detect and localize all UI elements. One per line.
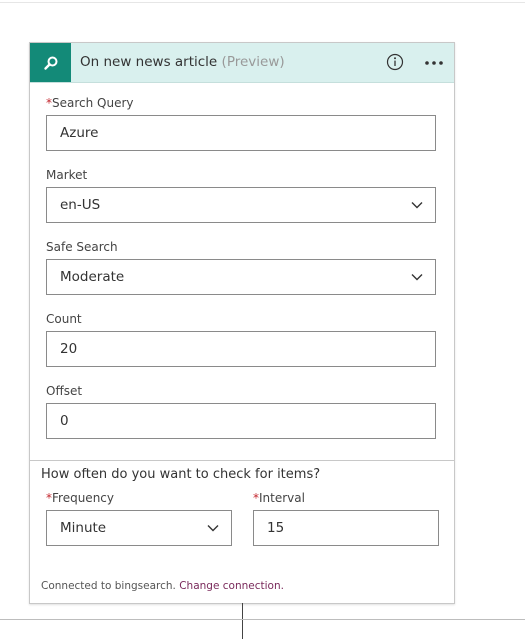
card-title: On new news article (Preview)	[80, 54, 285, 70]
card-title-text: On new news article	[80, 54, 218, 70]
search-icon	[43, 56, 57, 70]
chevron-down-icon	[411, 202, 423, 209]
interval-label: *Interval	[253, 491, 305, 505]
frequency-value: Minute	[60, 520, 107, 536]
frequency-label-text: Frequency	[52, 491, 114, 505]
search-query-label-text: Search Query	[52, 96, 134, 110]
count-input[interactable]: 20	[46, 331, 436, 367]
safe-search-label: Safe Search	[46, 240, 118, 254]
interval-value: 15	[267, 520, 285, 536]
search-query-label: *Search Query	[46, 96, 134, 110]
more-options-icon	[425, 61, 443, 65]
interval-label-text: Interval	[259, 491, 305, 505]
bottom-divider	[0, 619, 525, 620]
info-icon	[386, 53, 404, 71]
connector-icon-tile	[30, 43, 71, 82]
market-label: Market	[46, 168, 88, 182]
chevron-down-icon	[207, 525, 219, 532]
safe-search-select[interactable]: Moderate	[46, 259, 436, 295]
interval-input[interactable]: 15	[253, 510, 439, 546]
top-divider	[0, 2, 525, 3]
frequency-select[interactable]: Minute	[46, 510, 232, 546]
trigger-card: On new news article (Preview) *Search Qu…	[29, 42, 455, 604]
offset-value: 0	[60, 413, 69, 429]
search-query-input[interactable]: Azure	[46, 115, 436, 151]
offset-label: Offset	[46, 384, 83, 398]
change-connection-link[interactable]: Change connection.	[179, 580, 284, 592]
safe-search-value: Moderate	[60, 269, 125, 285]
market-value: en-US	[60, 197, 101, 213]
flow-connector-line	[242, 603, 243, 639]
market-select[interactable]: en-US	[46, 187, 436, 223]
recurrence-question: How often do you want to check for items…	[41, 467, 321, 482]
card-header[interactable]: On new news article (Preview)	[30, 43, 454, 83]
chevron-down-icon	[411, 274, 423, 281]
connected-text: Connected to bingsearch.	[41, 580, 176, 592]
count-value: 20	[60, 341, 78, 357]
frequency-label: *Frequency	[46, 491, 114, 505]
preview-tag: (Preview)	[221, 54, 285, 70]
offset-input[interactable]: 0	[46, 403, 436, 439]
more-options-button[interactable]	[423, 53, 445, 71]
connection-footer: Connected to bingsearch. Change connecti…	[41, 580, 284, 592]
count-label: Count	[46, 312, 82, 326]
info-button[interactable]	[386, 53, 404, 71]
search-query-value: Azure	[60, 125, 99, 141]
section-divider	[30, 460, 454, 461]
